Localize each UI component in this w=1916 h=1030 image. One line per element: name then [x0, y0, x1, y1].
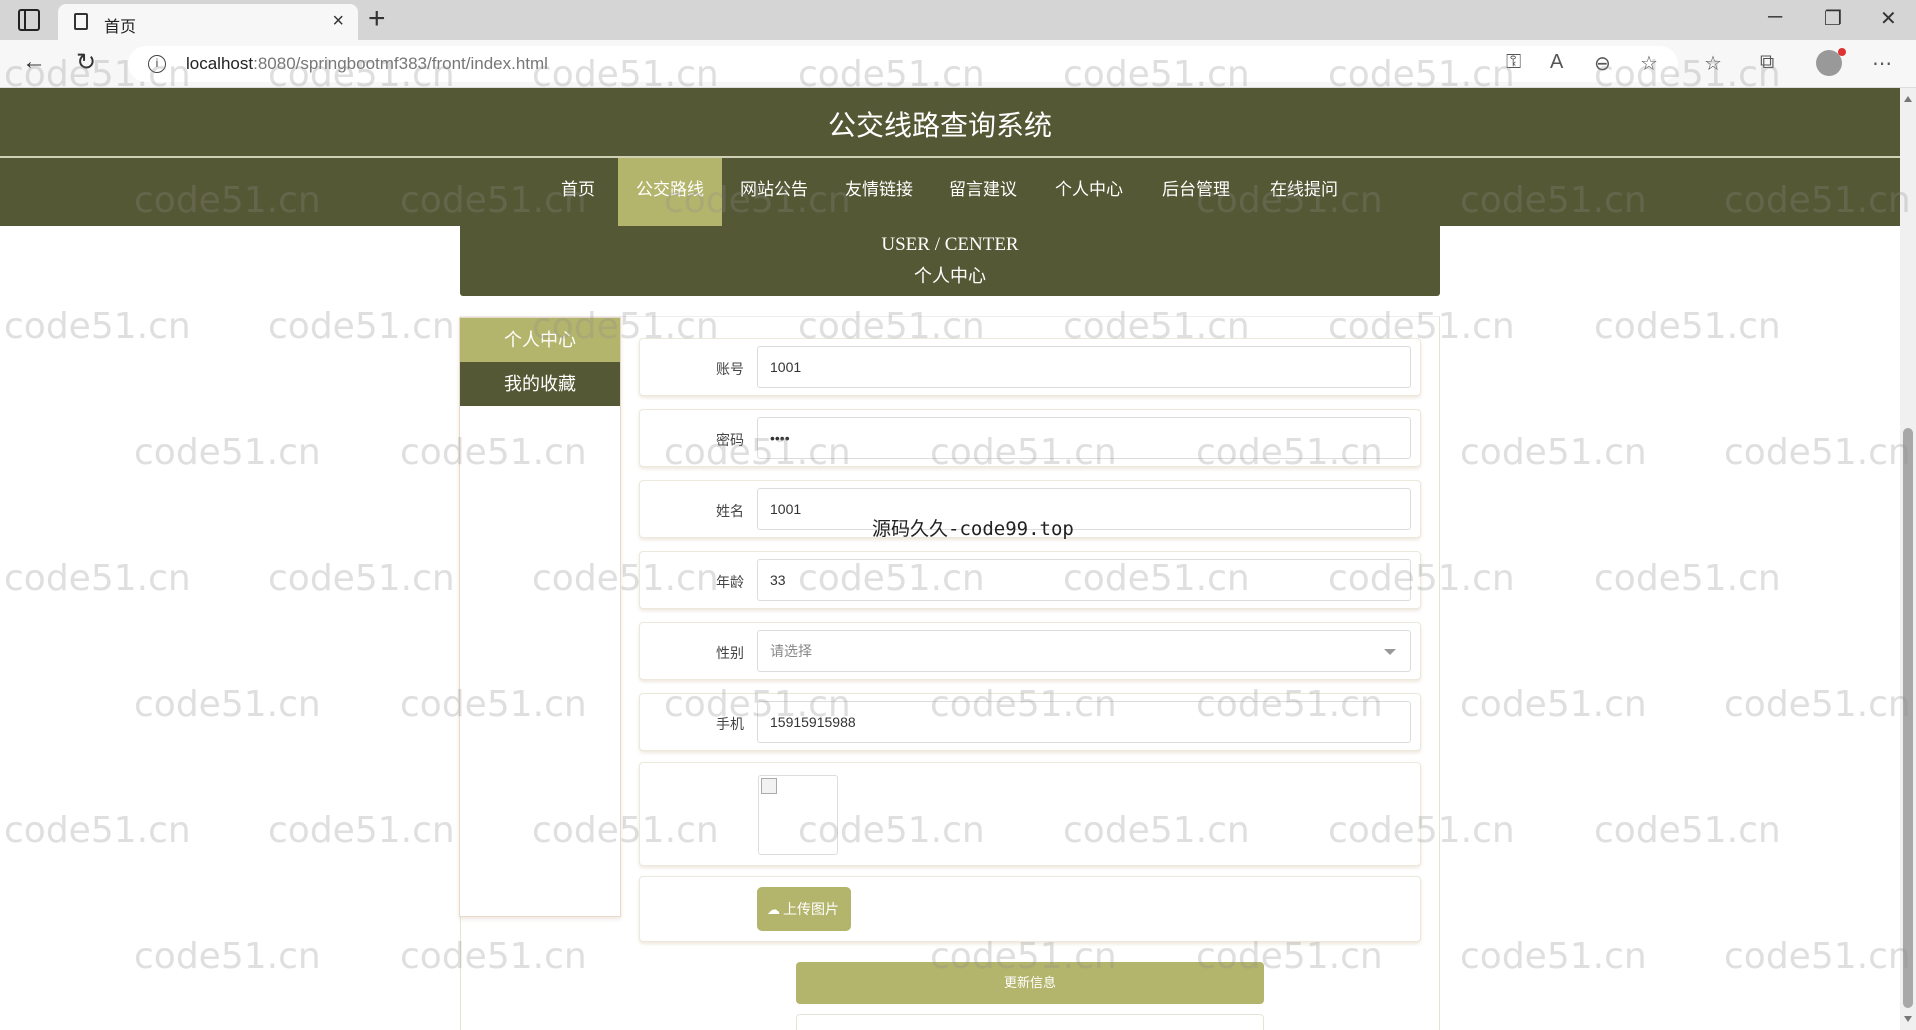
nav-item-online-questions[interactable]: 在线提问	[1258, 158, 1350, 226]
profile-avatar-icon[interactable]	[1816, 48, 1846, 76]
password-label: 密码	[716, 432, 744, 448]
nav-item-messages[interactable]: 留言建议	[938, 158, 1028, 226]
side-menu-favorites[interactable]: 我的收藏	[460, 362, 620, 406]
watermark: code51.cn	[268, 306, 455, 347]
browser-tab[interactable]: 首页 ×	[58, 4, 358, 40]
main-nav: 首页 公交路线 网站公告 友情链接 留言建议 个人中心 后台管理 在线提问	[0, 158, 1900, 226]
watermark: code51.cn	[4, 810, 191, 851]
side-menu: 个人中心 我的收藏	[459, 317, 621, 917]
gender-select[interactable]: 请选择	[757, 630, 1411, 672]
info-icon[interactable]: i	[148, 55, 166, 73]
minimize-icon[interactable]: ─	[1768, 6, 1782, 29]
key-icon[interactable]: ⚿	[1506, 51, 1521, 74]
account-row: 账号 1001	[639, 338, 1421, 396]
watermark: code51.cn	[1460, 432, 1647, 473]
scroll-up-icon[interactable]	[1904, 96, 1912, 102]
page-banner: USER / CENTER 个人中心	[460, 226, 1440, 296]
chevron-down-icon	[1384, 649, 1396, 655]
watermark: code51.cn	[1460, 936, 1647, 977]
account-label: 账号	[716, 361, 744, 377]
watermark: code51.cn	[268, 558, 455, 599]
collections-icon[interactable]: ⧉	[1760, 51, 1774, 74]
nav-item-bus-routes[interactable]: 公交路线	[618, 158, 722, 226]
phone-label: 手机	[716, 716, 744, 732]
site-title: 公交线路查询系统	[827, 110, 1052, 141]
cloud-upload-icon: ☁	[767, 902, 780, 917]
zoom-out-icon[interactable]: ⊖	[1594, 51, 1611, 76]
close-window-icon[interactable]: ✕	[1880, 6, 1897, 31]
broken-image-icon	[761, 778, 777, 794]
avatar-image	[758, 775, 838, 855]
watermark: code51.cn	[1724, 936, 1911, 977]
side-menu-user-center[interactable]: 个人中心	[460, 318, 620, 362]
new-tab-button[interactable]: +	[368, 2, 386, 36]
close-tab-icon[interactable]: ×	[332, 10, 344, 33]
restore-icon[interactable]: ❐	[1824, 6, 1842, 31]
watermark: code51.cn	[4, 558, 191, 599]
nav-item-user-center[interactable]: 个人中心	[1044, 158, 1134, 226]
watermark: code51.cn	[268, 810, 455, 851]
update-info-button[interactable]: 更新信息	[796, 962, 1264, 1004]
password-row: 密码 ••••	[639, 409, 1421, 467]
url-text[interactable]: localhost:8080/springbootmf383/front/ind…	[186, 54, 548, 74]
watermark: code51.cn	[1460, 684, 1647, 725]
watermark: code51.cn	[1724, 684, 1911, 725]
watermark: code51.cn	[134, 936, 321, 977]
phone-field[interactable]: 15915915988	[757, 701, 1411, 743]
url-field[interactable]: i localhost:8080/springbootmf383/front/i…	[128, 46, 1678, 82]
nav-item-home[interactable]: 首页	[548, 158, 608, 226]
upload-button-label: 上传图片	[783, 901, 839, 917]
upload-row: ☁ 上传图片	[639, 876, 1421, 942]
tab-title: 首页	[104, 19, 137, 36]
back-icon[interactable]: ←	[22, 48, 46, 76]
scroll-down-icon[interactable]	[1904, 1016, 1912, 1022]
address-bar: ← ↻ i localhost:8080/springbootmf383/fro…	[0, 40, 1916, 88]
nav-item-admin[interactable]: 后台管理	[1150, 158, 1242, 226]
age-field[interactable]: 33	[757, 559, 1411, 601]
watermark: code51.cn	[4, 306, 191, 347]
name-field[interactable]: 1001	[757, 488, 1411, 530]
name-label: 姓名	[716, 503, 744, 519]
refresh-icon[interactable]: ↻	[76, 48, 96, 77]
password-field[interactable]: ••••	[757, 417, 1411, 459]
more-icon[interactable]: ⋯	[1872, 51, 1892, 76]
account-field[interactable]: 1001	[757, 346, 1411, 388]
watermark: code51.cn	[1594, 558, 1781, 599]
favorites-icon[interactable]: ☆	[1704, 51, 1722, 76]
site-header: 公交线路查询系统	[0, 88, 1900, 156]
avatar-row	[639, 762, 1421, 866]
phone-row: 手机 15915915988	[639, 693, 1421, 751]
banner-title-cn: 个人中心	[914, 266, 986, 286]
page-scrollbar[interactable]	[1900, 88, 1916, 1030]
next-section-edge	[796, 1014, 1264, 1030]
read-aloud-icon[interactable]: A	[1550, 51, 1563, 74]
browser-tab-bar: 首页 × + ─ ❐ ✕	[0, 0, 1916, 40]
upload-image-button[interactable]: ☁ 上传图片	[757, 887, 851, 931]
age-label: 年龄	[716, 574, 744, 590]
page-icon	[74, 13, 88, 30]
watermark: code51.cn	[1724, 432, 1911, 473]
nav-item-links[interactable]: 友情链接	[834, 158, 924, 226]
banner-title-en: USER / CENTER	[881, 234, 1019, 255]
watermark: code51.cn	[1594, 306, 1781, 347]
center-watermark: 源码久久-code99.top	[872, 518, 1074, 540]
nav-item-announcements[interactable]: 网站公告	[730, 158, 818, 226]
tab-actions-icon[interactable]	[18, 9, 40, 31]
gender-select-value: 请选择	[770, 643, 812, 659]
favorite-add-icon[interactable]: ☆	[1640, 51, 1658, 76]
gender-row: 性别 请选择	[639, 622, 1421, 680]
watermark: code51.cn	[134, 432, 321, 473]
age-row: 年龄 33	[639, 551, 1421, 609]
gender-label: 性别	[716, 645, 744, 661]
watermark: code51.cn	[134, 684, 321, 725]
watermark: code51.cn	[1594, 810, 1781, 851]
scroll-thumb[interactable]	[1903, 428, 1913, 1008]
